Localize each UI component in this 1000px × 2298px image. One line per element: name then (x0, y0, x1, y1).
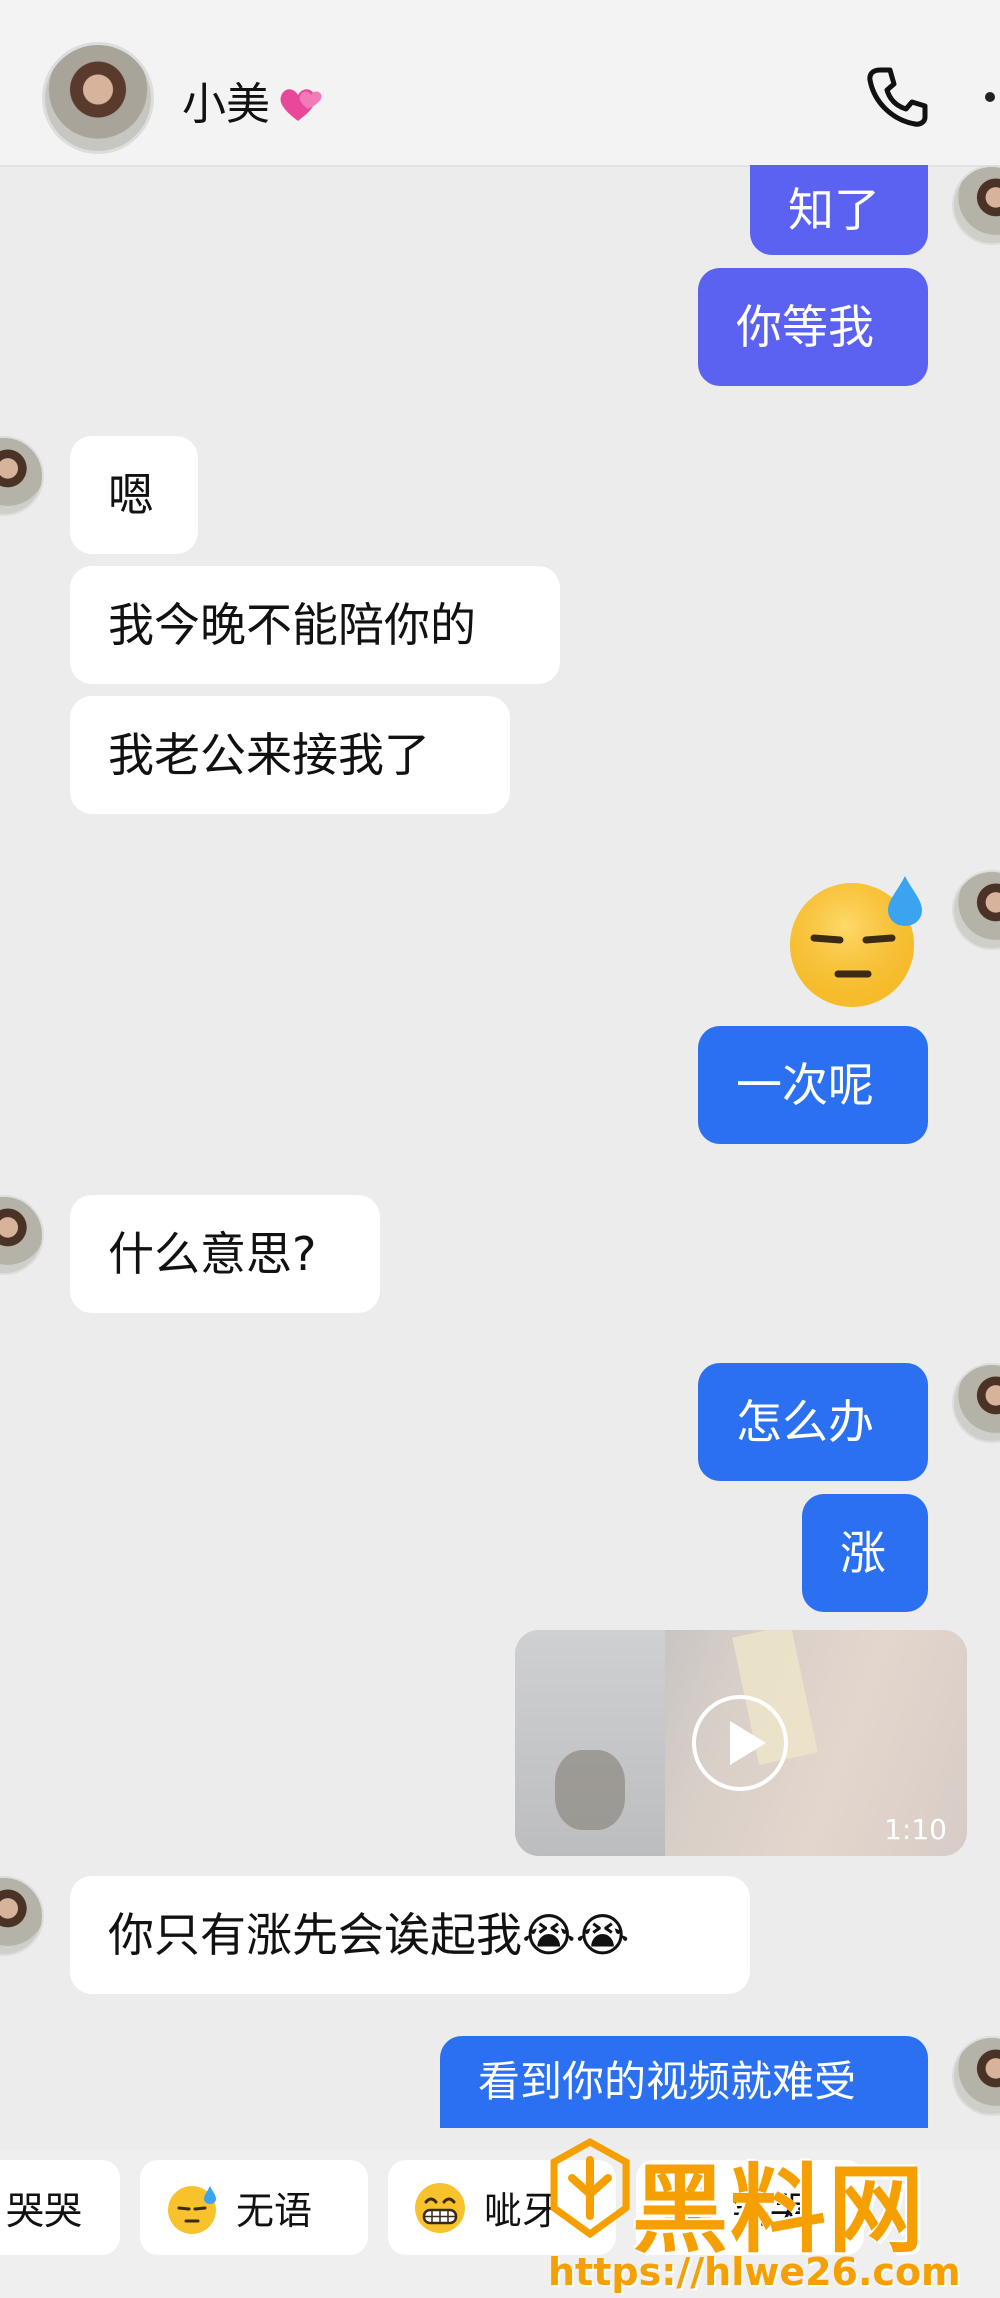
message-text: 看到你的视频就难受 (478, 2057, 857, 2106)
contact-avatar-small[interactable] (0, 1195, 44, 1275)
message-text: 我老公来接我了 (108, 728, 430, 782)
speechless-face-icon (168, 2185, 216, 2234)
chat-header: 小美 (0, 0, 1000, 167)
message-bubble-in[interactable]: 你只有涨先会诶起我😭😭 (70, 1876, 750, 1994)
message-bubble-out[interactable]: 涨 (802, 1494, 928, 1612)
more-options-icon[interactable] (985, 92, 995, 102)
watermark-url: https://hlwe26.com (548, 2250, 961, 2294)
message-text: 知了 (788, 183, 880, 237)
contact-avatar-small[interactable] (0, 436, 44, 516)
quick-reply-crying[interactable]: 哭哭 (0, 2160, 120, 2255)
contact-name[interactable]: 小美 (182, 68, 324, 132)
message-text: 你只有涨先会诶起我😭😭 (108, 1908, 630, 1962)
sweat-face-emoji-icon[interactable] (780, 870, 930, 1010)
message-text: 你等我 (736, 300, 874, 354)
contact-avatar[interactable] (42, 42, 154, 154)
message-bubble-in[interactable]: 什么意思? (70, 1195, 380, 1313)
message-bubble-out[interactable]: 怎么办 (698, 1363, 928, 1481)
video-duration: 1:10 (884, 1813, 947, 1846)
quick-reply-label: 无语 (236, 2189, 313, 2233)
contact-name-label: 小美 (182, 79, 270, 130)
message-bubble-out[interactable]: 你等我 (698, 268, 928, 386)
message-bubble-out[interactable]: 看到你的视频就难受 (440, 2036, 928, 2128)
heart-emoji-icon (276, 83, 324, 125)
self-avatar[interactable] (952, 870, 1000, 950)
message-bubble-out[interactable]: 一次呢 (698, 1026, 928, 1144)
quick-reply-label: 哭哭 (6, 2189, 83, 2233)
grinning-face-icon (415, 2182, 465, 2233)
quick-reply-speechless[interactable]: 无语 (140, 2160, 368, 2255)
watermark: 黑料网 https://hlwe26.com (540, 2120, 1000, 2298)
self-avatar[interactable] (952, 165, 1000, 245)
message-text: 涨 (840, 1526, 886, 1580)
message-text: 什么意思? (108, 1227, 317, 1281)
message-bubble-out[interactable]: 知了 (750, 165, 928, 255)
self-avatar[interactable] (952, 2036, 1000, 2116)
phone-call-icon[interactable] (862, 62, 932, 132)
message-text: 嗯 (108, 468, 154, 522)
message-bubble-in[interactable]: 我老公来接我了 (70, 696, 510, 814)
message-text: 一次呢 (736, 1058, 874, 1112)
video-thumbnail-shape (555, 1750, 625, 1830)
self-avatar[interactable] (952, 1363, 1000, 1443)
contact-avatar-small[interactable] (0, 1876, 44, 1956)
video-message[interactable]: 1:10 (515, 1630, 967, 1856)
message-text: 我今晚不能陪你的 (108, 598, 476, 652)
message-bubble-in[interactable]: 我今晚不能陪你的 (70, 566, 560, 684)
play-icon[interactable] (692, 1695, 788, 1791)
message-bubble-in[interactable]: 嗯 (70, 436, 198, 554)
watermark-logo-icon (550, 2138, 630, 2238)
message-text: 怎么办 (736, 1395, 874, 1449)
